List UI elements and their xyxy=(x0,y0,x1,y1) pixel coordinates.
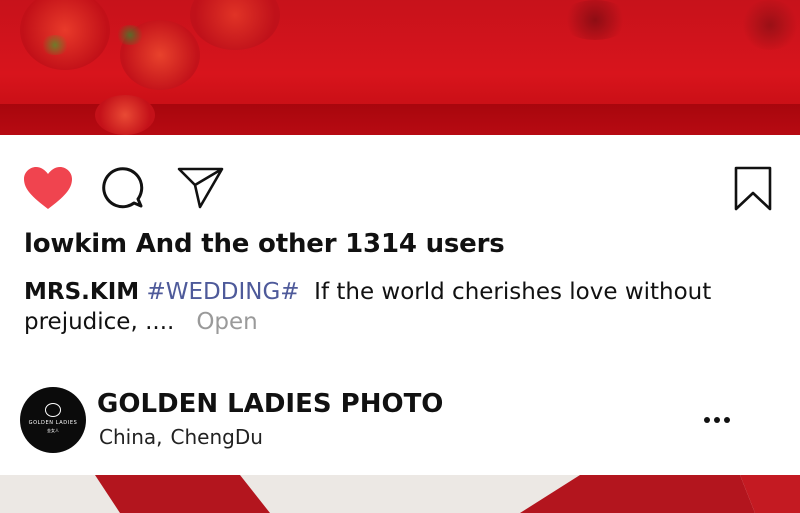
account-location[interactable]: China, ChengDu xyxy=(99,425,263,449)
avatar-logo-text: GOLDEN LADIES xyxy=(28,420,78,426)
post-image-next[interactable] xyxy=(0,475,800,513)
account-name[interactable]: GOLDEN LADIES PHOTO xyxy=(97,389,443,419)
location-country: China, xyxy=(99,425,163,449)
post-image-top[interactable] xyxy=(0,0,800,135)
photo-flower xyxy=(190,0,280,50)
photo-flower xyxy=(20,0,110,70)
likes-summary[interactable]: lowkim And the other 1314 users xyxy=(24,229,505,259)
photo-flower xyxy=(95,95,155,135)
caption-hashtag[interactable]: #WEDDING# xyxy=(146,279,299,305)
location-city: ChengDu xyxy=(170,425,263,449)
logo-mark-icon xyxy=(45,403,61,417)
post-caption: MRS.KIM #WEDDING# If the world cherishes… xyxy=(24,277,784,337)
comment-icon[interactable] xyxy=(101,166,149,214)
avatar-logo-subtext: 金女人 xyxy=(47,428,59,433)
photo-decor xyxy=(740,0,800,50)
photo-leaf xyxy=(40,35,70,55)
avatar[interactable]: GOLDEN LADIES 金女人 xyxy=(20,387,86,453)
next-photo-drape xyxy=(95,475,800,513)
bookmark-icon[interactable] xyxy=(733,165,773,213)
more-dots-icon[interactable] xyxy=(703,410,733,430)
caption-open-link[interactable]: Open xyxy=(196,309,257,335)
photo-decor xyxy=(560,0,630,40)
photo-leaf xyxy=(115,25,145,45)
post-action-bar xyxy=(0,135,800,235)
send-icon[interactable] xyxy=(176,165,226,211)
caption-username[interactable]: MRS.KIM xyxy=(24,279,139,305)
heart-icon[interactable] xyxy=(22,165,74,213)
account-header: GOLDEN LADIES 金女人 GOLDEN LADIES PHOTO Ch… xyxy=(20,387,800,455)
